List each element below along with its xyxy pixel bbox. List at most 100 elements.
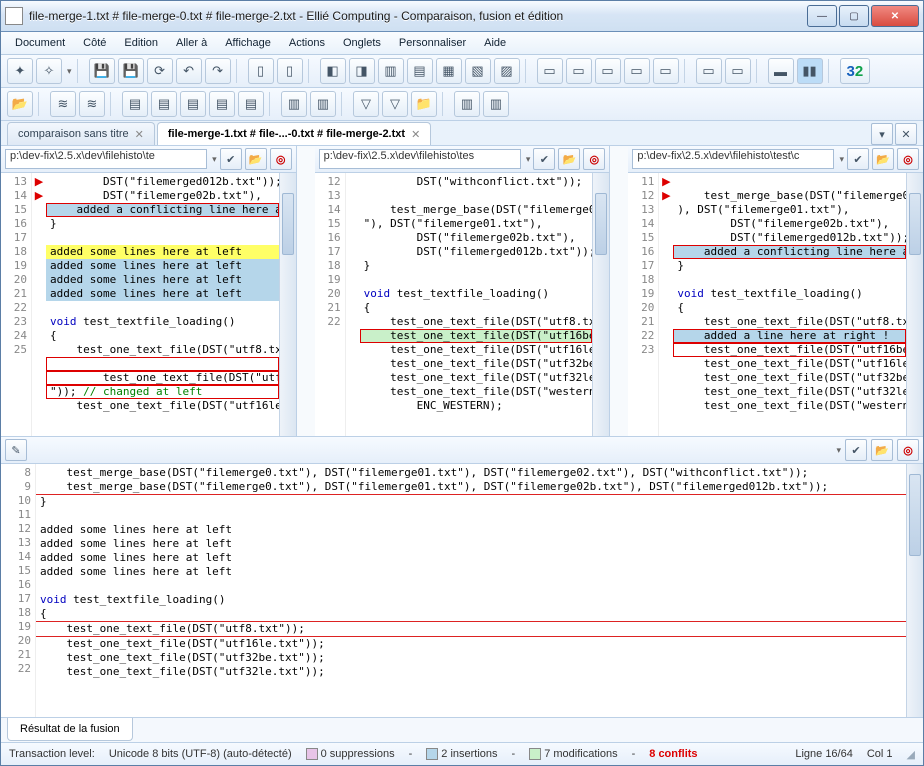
split-v-icon[interactable]: ▮▮ — [797, 58, 823, 84]
view-a-icon[interactable]: ▭ — [696, 58, 722, 84]
path-dropdown-icon[interactable]: ▾ — [526, 154, 531, 165]
code-line[interactable]: added a line here at right ! — [673, 329, 906, 343]
code-line[interactable]: added some lines here at left — [36, 551, 906, 565]
code-line[interactable]: added a conflicting line here at left — [46, 203, 279, 217]
path-input[interactable]: p:\dev-fix\2.5.x\dev\filehisto\te — [5, 149, 207, 169]
tab-merge-result[interactable]: Résultat de la fusion — [7, 718, 133, 741]
open-icon[interactable]: 📂 — [558, 148, 580, 170]
code-line[interactable]: added some lines here at left — [36, 523, 906, 537]
scrollbar[interactable] — [592, 173, 609, 436]
tab-document[interactable]: file-merge-1.txt # file-...-0.txt # file… — [157, 122, 431, 145]
check-icon[interactable]: ✔ — [847, 148, 869, 170]
code-line[interactable]: "), DST("filemerge01.txt"), — [360, 217, 593, 231]
tabs-menu-icon[interactable]: ▾ — [871, 123, 893, 145]
code-line[interactable]: added a conflicting line here at right — [673, 245, 906, 259]
tab-close-icon[interactable]: ✕ — [411, 128, 420, 141]
scrollbar[interactable] — [906, 464, 923, 717]
code-line[interactable]: test_one_text_file(DST("utf16le.txt")); — [673, 357, 906, 371]
list-b-icon[interactable]: ▤ — [151, 91, 177, 117]
scrollbar[interactable] — [906, 173, 923, 436]
code-line[interactable]: { — [673, 301, 906, 315]
code-line[interactable]: test_merge_base(DST("filemerge0.txt"), D… — [36, 480, 906, 495]
code-line[interactable] — [36, 579, 906, 593]
menu-document[interactable]: Document — [7, 35, 73, 51]
code-line[interactable]: added some lines here at left — [46, 245, 279, 259]
code-line[interactable]: } — [360, 259, 593, 273]
layout-d-icon[interactable]: ▭ — [624, 58, 650, 84]
tab-document[interactable]: comparaison sans titre✕ — [7, 122, 155, 145]
code-line[interactable]: DST("filemerged012b.txt")); — [360, 245, 593, 259]
panel-e-icon[interactable]: ▦ — [436, 58, 462, 84]
merged-dropdown-icon[interactable]: ▾ — [836, 445, 841, 456]
code-line[interactable]: test_one_text_file(DST("utf16le.txt")); — [46, 399, 279, 413]
code-line[interactable]: DST("filemerge02b.txt"), — [673, 217, 906, 231]
code-line[interactable]: void test_textfile_loading() — [46, 315, 279, 329]
code-area[interactable]: test_merge_base(DST("filemerge0.txt"), D… — [36, 464, 906, 717]
code-line[interactable]: added some lines here at left — [46, 259, 279, 273]
list-d-icon[interactable]: ▤ — [209, 91, 235, 117]
layout-e-icon[interactable]: ▭ — [653, 58, 679, 84]
code-line[interactable]: void test_textfile_loading() — [36, 593, 906, 607]
code-line[interactable]: void test_textfile_loading() — [673, 287, 906, 301]
code-line[interactable]: test_one_text_file(DST("utf32le.txt")); — [36, 665, 906, 679]
target-icon[interactable]: ◎ — [583, 148, 605, 170]
path-input[interactable]: p:\dev-fix\2.5.x\dev\filehisto\tes — [319, 149, 521, 169]
path-dropdown-icon[interactable]: ▾ — [839, 154, 844, 165]
menu-onglets[interactable]: Onglets — [335, 35, 389, 51]
code-line[interactable]: DST("filemerge02b.txt"), — [46, 189, 279, 203]
code-line[interactable]: DST("filemerged012b.txt")); — [46, 175, 279, 189]
code-line[interactable]: test_merge_base(DST("filemerge0.txt" — [673, 189, 906, 203]
panel-d-icon[interactable]: ▤ — [407, 58, 433, 84]
code-line[interactable] — [673, 175, 906, 189]
tab-close-icon[interactable]: ✕ — [135, 128, 144, 141]
code-line[interactable]: test_one_text_file(DST("western.txt"), — [673, 399, 906, 413]
code-line[interactable]: test_one_text_file(DST("utf32be.txt")); — [36, 651, 906, 665]
code-line[interactable] — [46, 301, 279, 315]
merged-edit-icon[interactable]: ✎ — [5, 439, 27, 461]
code-line[interactable]: } — [673, 259, 906, 273]
code-line[interactable]: added some lines here at left — [46, 273, 279, 287]
panel-a-icon[interactable]: ◧ — [320, 58, 346, 84]
code-line[interactable]: void test_textfile_loading() — [360, 287, 593, 301]
code-line[interactable]: ), DST("filemerge01.txt"), — [673, 203, 906, 217]
list-c-icon[interactable]: ▤ — [180, 91, 206, 117]
code-line[interactable]: ")); // changed at left — [46, 385, 279, 399]
code-line[interactable]: } — [36, 495, 906, 509]
code-area[interactable]: DST("withconflict.txt")); test_merge_bas… — [360, 173, 593, 436]
code-line[interactable]: DST("filemerge02b.txt"), — [360, 231, 593, 245]
view-b-icon[interactable]: ▭ — [725, 58, 751, 84]
check-icon[interactable]: ✔ — [220, 148, 242, 170]
save-all-icon[interactable]: 💾 — [118, 58, 144, 84]
code-line[interactable]: { — [360, 301, 593, 315]
code-line[interactable] — [360, 273, 593, 287]
code-line[interactable]: DST("withconflict.txt")); — [360, 175, 593, 189]
code-line[interactable]: { — [36, 607, 906, 622]
code-line[interactable]: ENC_WESTERN); — [360, 399, 593, 413]
layout-a-icon[interactable]: ▭ — [537, 58, 563, 84]
check-icon[interactable]: ✔ — [533, 148, 555, 170]
code-line[interactable]: test_one_text_file(DST("utf16be.txt")); — [673, 343, 906, 357]
filter2-icon[interactable]: ▽ — [382, 91, 408, 117]
menu-aide[interactable]: Aide — [476, 35, 514, 51]
panel-g-icon[interactable]: ▨ — [494, 58, 520, 84]
menu-actions[interactable]: Actions — [281, 35, 333, 51]
code-line[interactable]: test_one_text_file(DST("utf32le.txt")); — [360, 371, 593, 385]
scrollbar[interactable] — [279, 173, 296, 436]
code-line[interactable]: added some lines here at left — [46, 287, 279, 301]
list-e-icon[interactable]: ▤ — [238, 91, 264, 117]
target-icon[interactable]: ◎ — [897, 148, 919, 170]
doc2-icon[interactable]: ▯ — [277, 58, 303, 84]
merged-check-icon[interactable]: ✔ — [845, 439, 867, 461]
code-line[interactable]: test_one_text_file(DST("utf8.txt")); — [673, 315, 906, 329]
code-line[interactable]: test_one_text_file(DST("utf16be.txt — [46, 371, 279, 385]
code-line[interactable] — [46, 357, 279, 371]
redo-icon[interactable]: ↷ — [205, 58, 231, 84]
target-icon[interactable]: ◎ — [270, 148, 292, 170]
code-line[interactable] — [360, 189, 593, 203]
code-line[interactable]: test_merge_base(DST("filemerge0.txt"), D… — [36, 466, 906, 480]
panel-f-icon[interactable]: ▧ — [465, 58, 491, 84]
wand-icon[interactable]: ✧ — [36, 58, 62, 84]
cmp-a-icon[interactable]: ▥ — [454, 91, 480, 117]
menu-personnaliser[interactable]: Personnaliser — [391, 35, 474, 51]
panel-b-icon[interactable]: ◨ — [349, 58, 375, 84]
